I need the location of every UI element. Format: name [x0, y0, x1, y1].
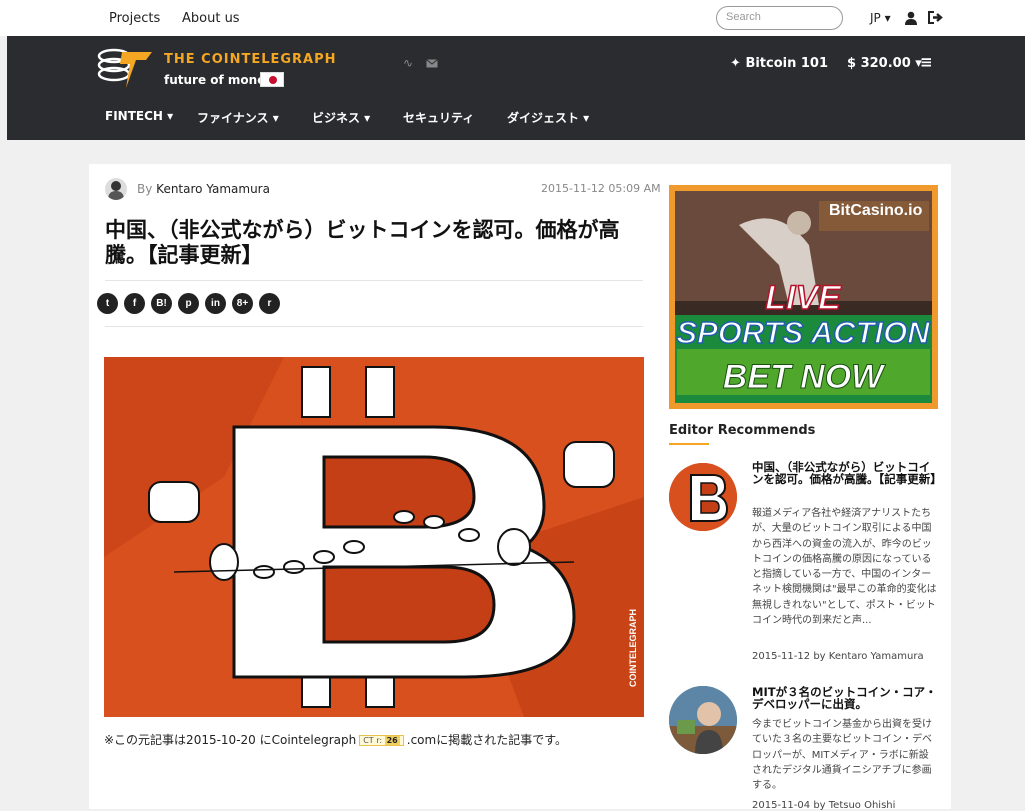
nav-security[interactable]: セキュリティ	[403, 109, 474, 126]
user-icon[interactable]	[904, 11, 918, 25]
recommend-meta-1: 2015-11-12 by Kentaro Yamamura	[752, 651, 924, 662]
nav-digest[interactable]: ダイジェスト ▾	[507, 109, 589, 126]
googleplus-share-icon[interactable]: 8+	[232, 293, 253, 314]
hatena-share-icon[interactable]: B!	[151, 293, 172, 314]
ad-brand: BitCasino.io	[829, 202, 923, 219]
facebook-share-icon[interactable]: f	[124, 293, 145, 314]
mail-icon[interactable]	[426, 59, 438, 68]
recommend-by-2: by	[813, 800, 826, 811]
divider	[105, 326, 643, 327]
caption-text: ※この元記事は2015-10-20 にCointelegraph	[104, 733, 357, 747]
search-input[interactable]: Search	[716, 6, 843, 30]
recommend-title-2[interactable]: MITが３名のビットコイン・コア・デベロッパーに出資。	[752, 686, 938, 710]
ad-line-sports: SPORTS ACTION	[676, 315, 930, 350]
pinterest-share-icon[interactable]: p	[178, 293, 199, 314]
logout-icon[interactable]	[928, 11, 943, 24]
nav-business[interactable]: ビジネス ▾	[312, 109, 370, 126]
about-link[interactable]: About us	[182, 11, 240, 26]
top-utility-bar: Projects About us Search JP ▾	[0, 0, 1025, 36]
ad-bet-now[interactable]: BET NOW	[722, 358, 886, 397]
recommend-date-2: 2015-11-04	[752, 800, 811, 811]
recommend-excerpt-2: 今までビットコイン基金から出資を受けていた３名の主要なビットコイン・デベロッパー…	[752, 719, 932, 792]
author-avatar[interactable]	[105, 178, 127, 200]
recommend-by-1: by	[813, 651, 826, 662]
recommend-thumb-2[interactable]	[669, 686, 737, 754]
japan-flag-icon	[260, 72, 284, 87]
menu-icon[interactable]: ≡	[920, 53, 933, 71]
bitcoin-broken-chains-illustration: COINTELEGRAPH	[104, 357, 644, 717]
brand-tagline: future of money	[164, 73, 274, 87]
article-title: 中国、（非公式ながら）ビットコインを認可。価格が高騰。【記事更新】	[105, 218, 620, 267]
author-link[interactable]: Kentaro Yamamura	[156, 182, 270, 196]
image-watermark: COINTELEGRAPH	[628, 609, 638, 687]
share-buttons: t f B! p in 8+ r	[97, 293, 280, 314]
ad-illustration: BitCasino.io LIVE SPORTS ACTION BET NOW	[675, 191, 932, 403]
twitter-share-icon[interactable]: t	[97, 293, 118, 314]
article-date: 2015-11-12 05:09 AM	[541, 182, 661, 195]
heading-underline	[669, 443, 709, 445]
projects-link[interactable]: Projects	[109, 11, 160, 26]
language-dropdown[interactable]: JP ▾	[870, 11, 891, 25]
recommend-thumb-1[interactable]	[669, 463, 737, 531]
ad-line-live: LIVE	[765, 279, 842, 317]
caption-text-end: .comに掲載された記事です。	[406, 733, 567, 747]
by-label: By	[137, 182, 153, 196]
editor-recommends-heading: Editor Recommends	[669, 423, 816, 438]
recommend-title-1[interactable]: 中国、（非公式ながら）ビットコインを認可。価格が高騰。【記事更新】	[752, 461, 942, 485]
article-caption: ※この元記事は2015-10-20 にCointelegraph CT r: 26…	[104, 731, 567, 748]
rss-icon[interactable]: ∿	[403, 56, 413, 70]
recommend-meta-2: 2015-11-04 by Tetsuo Ohishi	[752, 800, 895, 811]
brand-title: THE COINTELEGRAPH	[164, 52, 337, 67]
recommend-author-2[interactable]: Tetsuo Ohishi	[829, 800, 896, 811]
nav-finance[interactable]: ファイナンス ▾	[197, 109, 279, 126]
pin-icon: ✦	[730, 56, 741, 71]
ad-banner[interactable]: BitCasino.io LIVE SPORTS ACTION BET NOW	[669, 185, 938, 409]
ct-value: 26	[384, 736, 400, 745]
linkedin-share-icon[interactable]: in	[205, 293, 226, 314]
site-header: THE COINTELEGRAPH future of money ∿ ✦ Bi…	[7, 36, 1025, 140]
recommend-excerpt-1: 報道メディア各社や経済アナリストたちが、大量のビットコイン取引による中国から西洋…	[752, 508, 937, 627]
reddit-share-icon[interactable]: r	[259, 293, 280, 314]
nav-fintech[interactable]: FINTECH ▾	[105, 109, 173, 123]
bitcoin101-link[interactable]: ✦ Bitcoin 101	[730, 56, 828, 71]
cointelegraph-logo-icon[interactable]	[96, 46, 156, 90]
bitcoin101-label: Bitcoin 101	[745, 56, 829, 71]
ct-rating-badge[interactable]: CT r: 26	[359, 735, 404, 746]
recommend-author-1[interactable]: Kentaro Yamamura	[829, 651, 924, 662]
price-dropdown[interactable]: $ 320.00 ▾	[847, 56, 922, 71]
ct-label: CT r:	[363, 736, 383, 745]
recommend-date-1: 2015-11-12	[752, 651, 811, 662]
byline: By Kentaro Yamamura	[137, 182, 270, 196]
article-hero-image: COINTELEGRAPH	[104, 357, 644, 717]
divider	[105, 280, 643, 281]
